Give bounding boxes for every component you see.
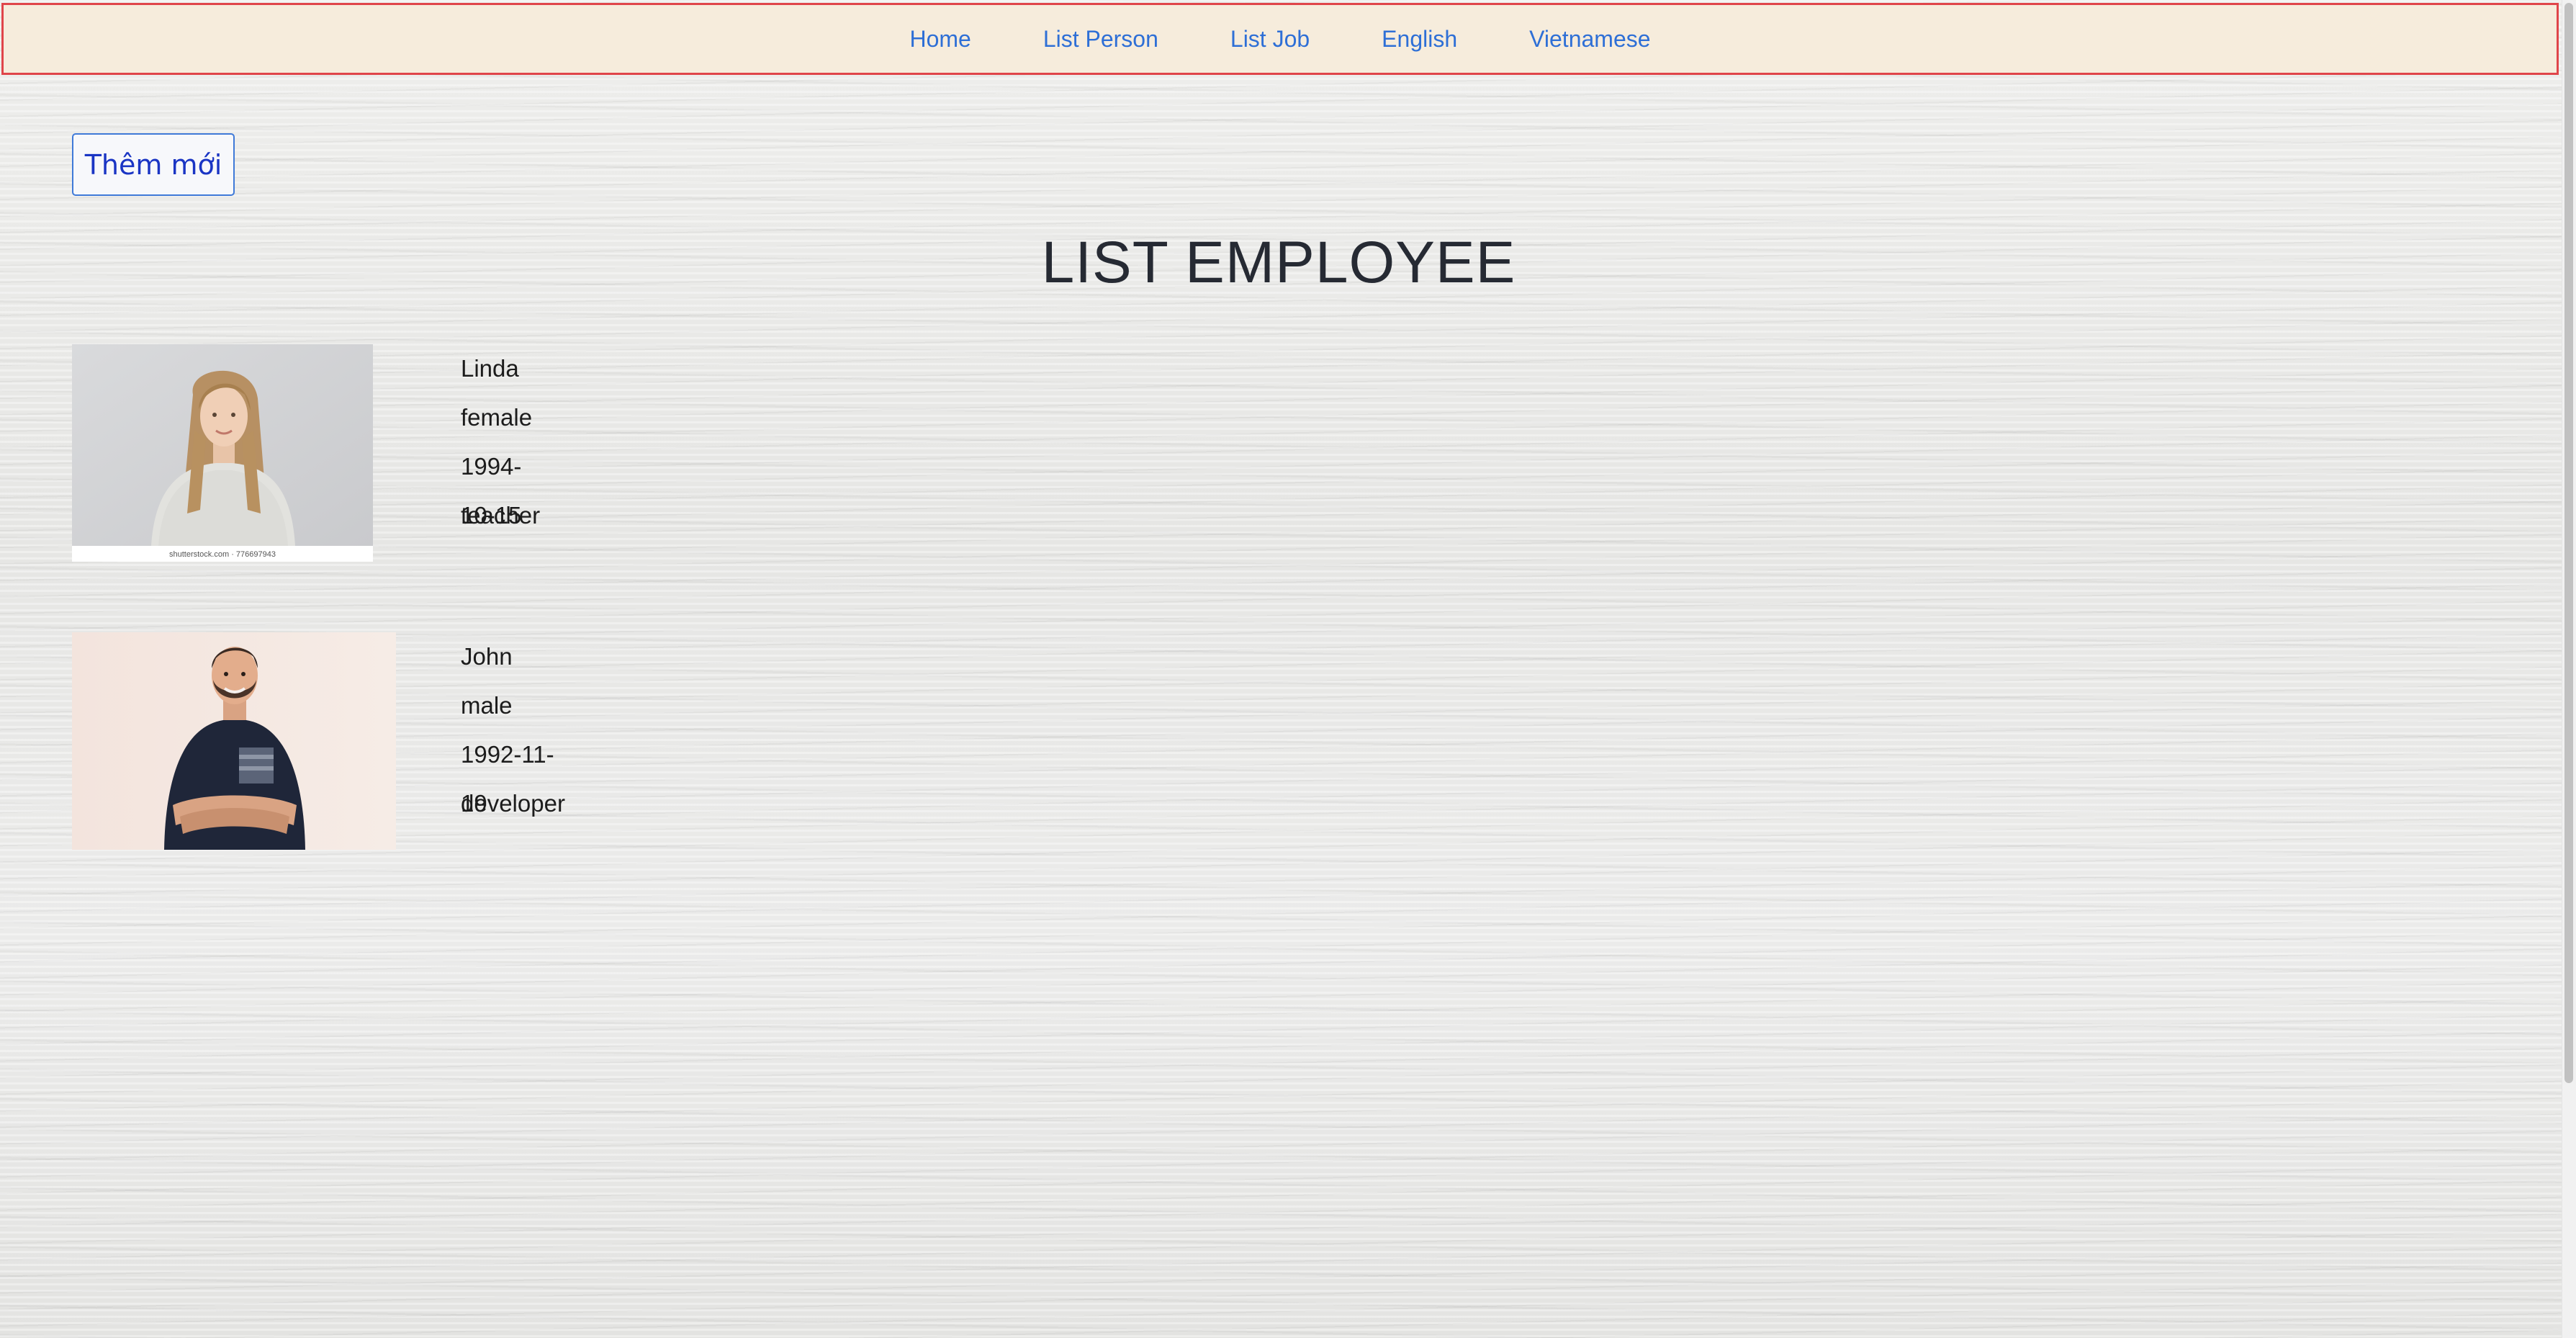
employee-photo	[72, 632, 396, 850]
employee-gender: male	[461, 692, 513, 719]
employee-info: Linda female 1994-10-15 teacher	[461, 344, 540, 540]
employee-info: John male 1992-11-19 developer	[461, 632, 565, 828]
nav-english-link[interactable]: English	[1382, 26, 1457, 53]
scrollbar-thumb[interactable]	[2564, 3, 2573, 1083]
employee-birthdate: 1992-11-19	[461, 741, 554, 817]
nav-list-person-link[interactable]: List Person	[1043, 26, 1158, 53]
add-new-button[interactable]: Thêm mới	[72, 133, 235, 196]
employee-job: teacher	[461, 502, 541, 529]
employee-birthdate: 1994-10-15	[461, 453, 522, 529]
employee-gender: female	[461, 404, 533, 431]
man-portrait-image	[72, 632, 396, 850]
nav-home-link[interactable]: Home	[909, 26, 970, 53]
employee-name: Linda	[461, 355, 519, 382]
nav-list-job-link[interactable]: List Job	[1230, 26, 1310, 53]
employee-job: developer	[461, 790, 565, 817]
nav-vietnamese-link[interactable]: Vietnamese	[1529, 26, 1650, 53]
page-title: LIST EMPLOYEE	[1041, 230, 1516, 295]
top-navbar: Home List Person List Job English Vietna…	[1, 3, 2559, 75]
employee-name: John	[461, 643, 513, 670]
woman-portrait-image: shutterstock.com · 776697943	[72, 344, 373, 562]
employee-photo: shutterstock.com · 776697943	[72, 344, 373, 562]
photo-watermark-caption: shutterstock.com · 776697943	[169, 550, 276, 559]
